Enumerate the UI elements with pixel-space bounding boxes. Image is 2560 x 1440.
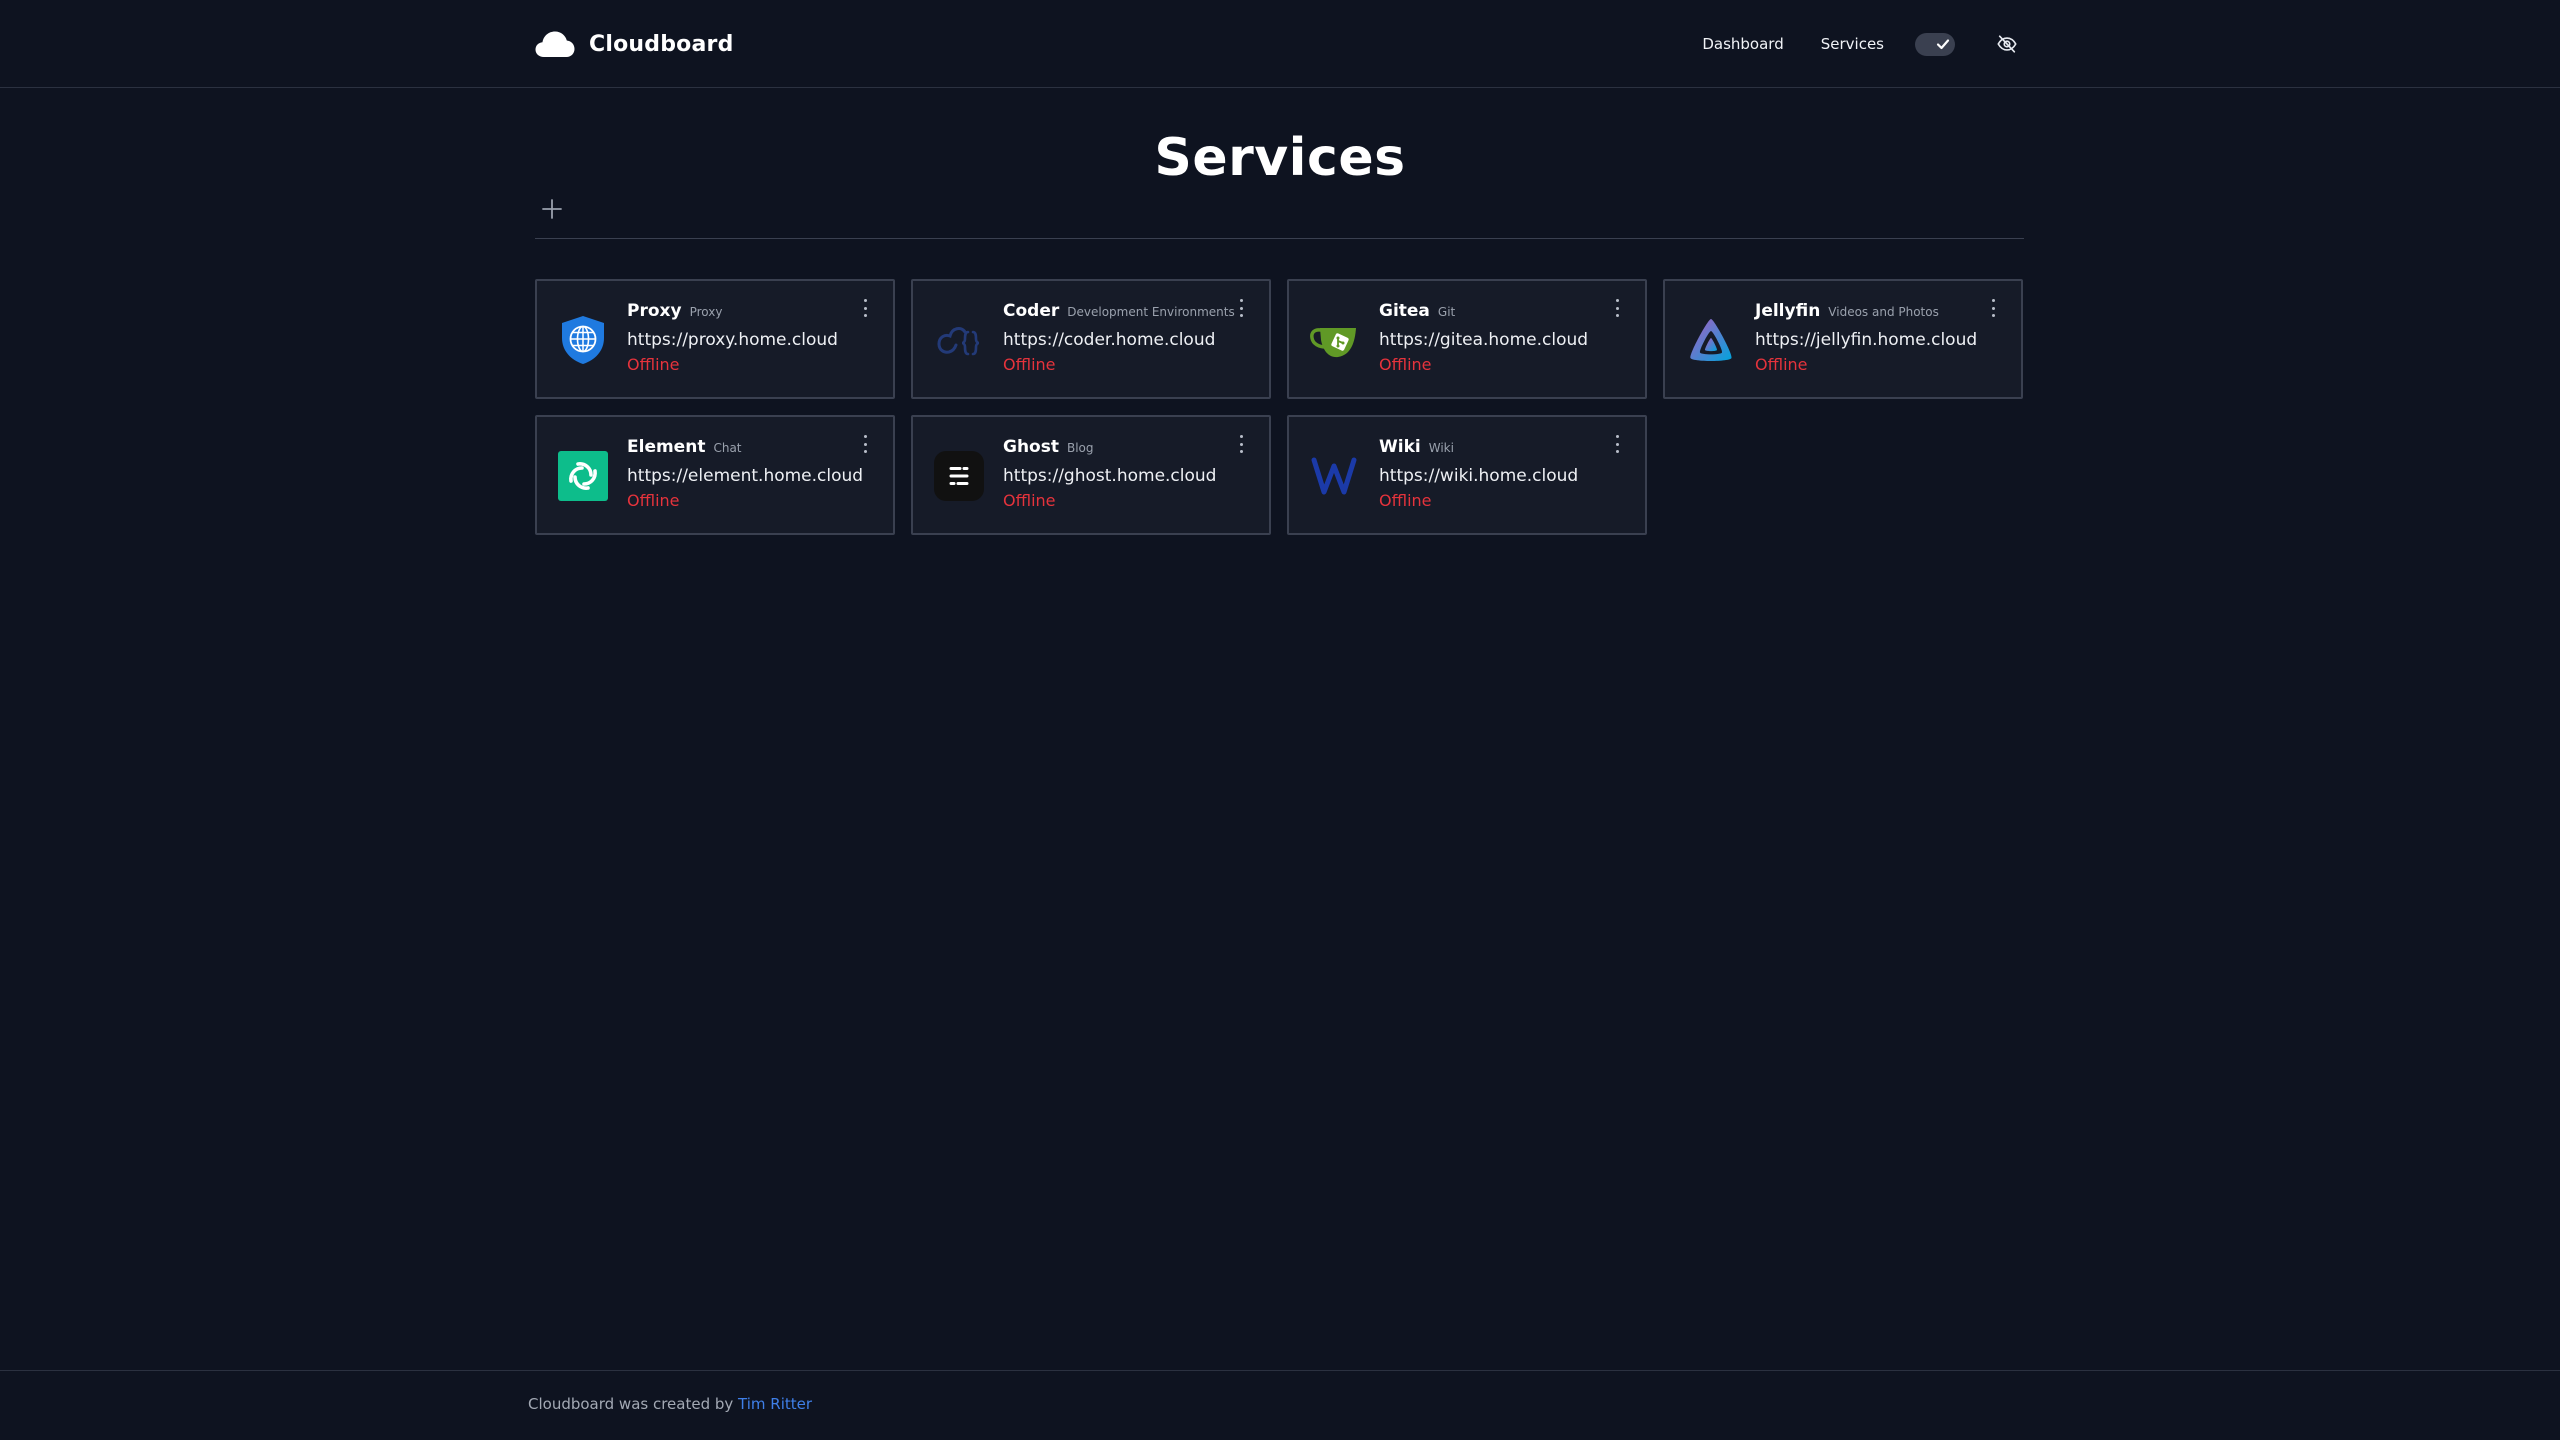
kebab-menu-icon[interactable] xyxy=(1611,297,1623,319)
service-category: Chat xyxy=(713,441,742,455)
nav-dashboard-link[interactable]: Dashboard xyxy=(1702,35,1783,53)
kebab-menu-icon[interactable] xyxy=(1611,433,1623,455)
brand-home-link[interactable]: Cloudboard xyxy=(535,26,734,62)
service-url: https://ghost.home.cloud xyxy=(1003,466,1217,486)
service-status: Offline xyxy=(1003,355,1056,374)
top-navbar: Cloudboard Dashboard Services xyxy=(0,0,2560,88)
service-name: Proxy xyxy=(627,301,682,321)
eye-off-icon[interactable] xyxy=(1996,33,2018,55)
main-nav: Dashboard Services xyxy=(1702,24,2018,64)
service-status: Offline xyxy=(1379,491,1432,510)
service-name: Coder xyxy=(1003,301,1060,321)
kebab-menu-icon[interactable] xyxy=(859,433,871,455)
kebab-menu-icon[interactable] xyxy=(1235,297,1247,319)
check-icon xyxy=(1933,35,1952,54)
element-icon xyxy=(557,450,609,502)
footer-credit-text: Cloudboard was created by xyxy=(528,1395,739,1413)
service-card-gitea[interactable]: Gitea Git https://gitea.home.cloud Offli… xyxy=(1287,279,1647,399)
service-url: https://jellyfin.home.cloud xyxy=(1755,330,1978,350)
service-status: Offline xyxy=(1003,491,1056,510)
wiki-w-icon xyxy=(1309,450,1361,502)
service-name: Ghost xyxy=(1003,437,1059,457)
gitea-teacup-icon xyxy=(1309,314,1361,366)
service-url: https://element.home.cloud xyxy=(627,466,864,486)
services-grid: Proxy Proxy https://proxy.home.cloud Off… xyxy=(535,279,2025,535)
service-url: https://coder.home.cloud xyxy=(1003,330,1216,350)
service-card-coder[interactable]: Coder Development Environments https://c… xyxy=(911,279,1271,399)
service-category: Git xyxy=(1437,305,1456,319)
service-name: Wiki xyxy=(1379,437,1421,457)
jellyfin-triangle-icon xyxy=(1685,314,1737,366)
ghost-icon xyxy=(933,450,985,502)
footer: Cloudboard was created by Tim Ritter xyxy=(0,1370,2560,1440)
service-category: Wiki xyxy=(1428,441,1454,455)
service-name: Gitea xyxy=(1379,301,1430,321)
footer-credit: Cloudboard was created by Tim Ritter xyxy=(528,1395,812,1413)
globe-shield-icon xyxy=(557,314,609,366)
service-category: Videos and Photos xyxy=(1828,305,1939,319)
status-toggle[interactable] xyxy=(1915,32,1955,56)
section-divider xyxy=(535,238,2024,239)
service-status: Offline xyxy=(1379,355,1432,374)
service-card-jellyfin[interactable]: Jellyfin Videos and Photos https://jelly… xyxy=(1663,279,2023,399)
brand-name: Cloudboard xyxy=(589,31,734,57)
service-card-wiki[interactable]: Wiki Wiki https://wiki.home.cloud Offlin… xyxy=(1287,415,1647,535)
service-card-element[interactable]: Element Chat https://element.home.cloud … xyxy=(535,415,895,535)
service-url: https://gitea.home.cloud xyxy=(1379,330,1589,350)
service-card-proxy[interactable]: Proxy Proxy https://proxy.home.cloud Off… xyxy=(535,279,895,399)
service-card-ghost[interactable]: Ghost Blog https://ghost.home.cloud Offl… xyxy=(911,415,1271,535)
page-title: Services xyxy=(1154,128,1406,188)
author-link[interactable]: Tim Ritter xyxy=(738,1395,812,1413)
service-category: Development Environments xyxy=(1067,305,1235,319)
service-status: Offline xyxy=(627,491,680,510)
kebab-menu-icon[interactable] xyxy=(859,297,871,319)
service-name: Element xyxy=(627,437,706,457)
kebab-menu-icon[interactable] xyxy=(1987,297,1999,319)
service-category: Proxy xyxy=(689,305,723,319)
service-url: https://wiki.home.cloud xyxy=(1379,466,1579,486)
service-status: Offline xyxy=(1755,355,1808,374)
service-status: Offline xyxy=(627,355,680,374)
service-category: Blog xyxy=(1066,441,1094,455)
service-url: https://proxy.home.cloud xyxy=(627,330,838,350)
service-name: Jellyfin xyxy=(1755,301,1821,321)
kebab-menu-icon[interactable] xyxy=(1235,433,1247,455)
plus-icon[interactable] xyxy=(540,197,564,221)
cloud-icon xyxy=(535,31,575,57)
coder-icon xyxy=(933,314,985,366)
nav-services-link[interactable]: Services xyxy=(1821,35,1884,53)
